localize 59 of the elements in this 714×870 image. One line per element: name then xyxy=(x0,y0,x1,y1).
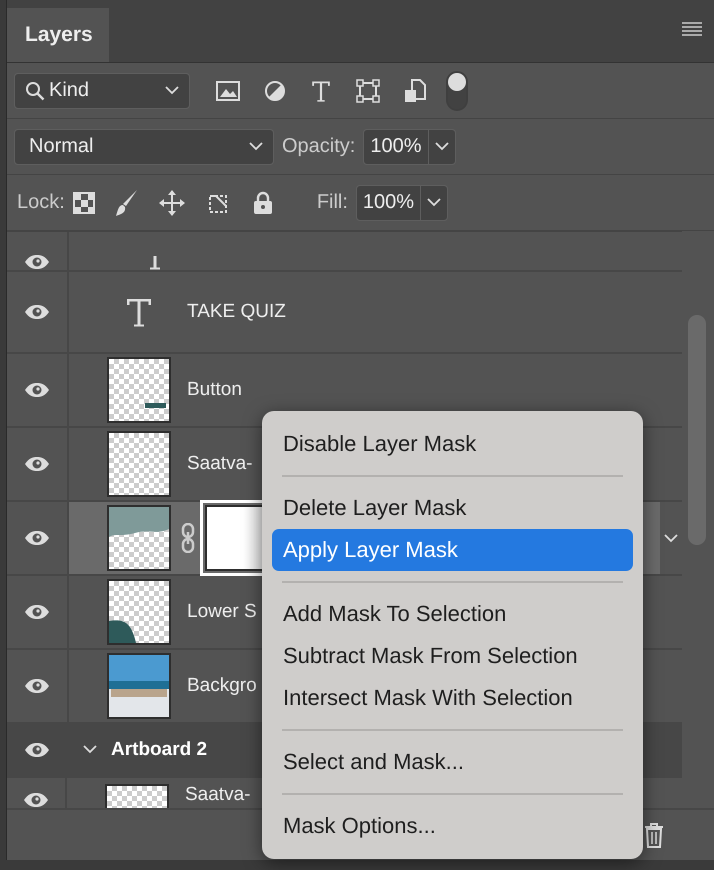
layer-name: TAKE QUIZ xyxy=(187,301,286,323)
eye-icon[interactable] xyxy=(23,792,49,808)
eye-icon[interactable] xyxy=(24,678,50,694)
layer-thumbnail xyxy=(107,357,171,423)
layer-name: Backgro xyxy=(187,675,257,697)
fill-label: Fill: xyxy=(316,191,348,214)
chevron-down-icon xyxy=(427,198,442,207)
layers-tab[interactable]: Layers xyxy=(7,8,109,62)
move-icon[interactable] xyxy=(158,190,185,216)
menu-item[interactable]: Mask Options... xyxy=(272,805,633,847)
layer-thumbnail xyxy=(107,431,171,497)
lock-icon[interactable] xyxy=(252,190,273,214)
document-icon[interactable] xyxy=(404,78,426,102)
menu-item[interactable]: Intersect Mask With Selection xyxy=(272,677,633,719)
checkerboard-icon[interactable] xyxy=(72,192,95,214)
fill-field[interactable]: 100% xyxy=(356,184,448,220)
text-icon[interactable] xyxy=(310,80,332,102)
opacity-label: Opacity: xyxy=(282,135,356,158)
layer-name: Saatva- xyxy=(187,453,252,475)
layer-name: Saatva- xyxy=(185,784,250,806)
chevron-down-icon xyxy=(664,534,678,542)
eye-icon[interactable] xyxy=(24,604,50,620)
trash-icon[interactable] xyxy=(644,822,664,848)
group-name: Artboard 2 xyxy=(111,739,208,761)
chevron-down-icon xyxy=(165,86,179,95)
eye-icon[interactable] xyxy=(24,254,50,270)
layer-name: Lower S xyxy=(187,601,257,623)
brush-icon[interactable] xyxy=(114,188,139,216)
filter-dropdown[interactable]: Kind xyxy=(14,72,190,108)
chevron-down-icon xyxy=(83,745,97,754)
layer-thumbnail xyxy=(105,784,169,808)
image-icon[interactable] xyxy=(216,80,240,100)
menu-item[interactable]: Delete Layer Mask xyxy=(272,487,633,529)
layer-thumbnail xyxy=(107,505,171,571)
text-layer-icon xyxy=(125,297,153,327)
eye-icon[interactable] xyxy=(24,382,50,398)
menu-item[interactable]: Add Mask To Selection xyxy=(272,593,633,635)
eye-icon[interactable] xyxy=(24,530,50,546)
eye-icon[interactable] xyxy=(24,742,50,758)
layer-thumbnail xyxy=(107,579,171,645)
layer-name: Button xyxy=(187,379,242,401)
photo-placeholder xyxy=(107,653,171,719)
chevron-down-icon xyxy=(434,142,449,151)
half-circle-icon[interactable] xyxy=(264,80,286,102)
eye-icon[interactable] xyxy=(24,304,50,320)
menu-item[interactable]: Subtract Mask From Selection xyxy=(272,635,633,677)
blend-mode-dropdown[interactable]: Normal xyxy=(14,128,274,164)
transform-icon[interactable] xyxy=(356,78,380,102)
menu-item[interactable]: Disable Layer Mask xyxy=(272,423,633,465)
eye-icon[interactable] xyxy=(24,456,50,472)
menu-icon[interactable] xyxy=(682,22,702,36)
opacity-field[interactable]: 100% xyxy=(363,128,456,164)
chain-link-icon[interactable] xyxy=(181,523,195,553)
menu-item[interactable]: Apply Layer Mask xyxy=(272,529,633,571)
search-icon xyxy=(25,80,45,100)
chevron-down-icon xyxy=(249,142,263,151)
filter-toggle[interactable] xyxy=(446,70,468,110)
lock-label: Lock: xyxy=(17,191,65,214)
menu-item[interactable]: Select and Mask... xyxy=(272,741,633,783)
